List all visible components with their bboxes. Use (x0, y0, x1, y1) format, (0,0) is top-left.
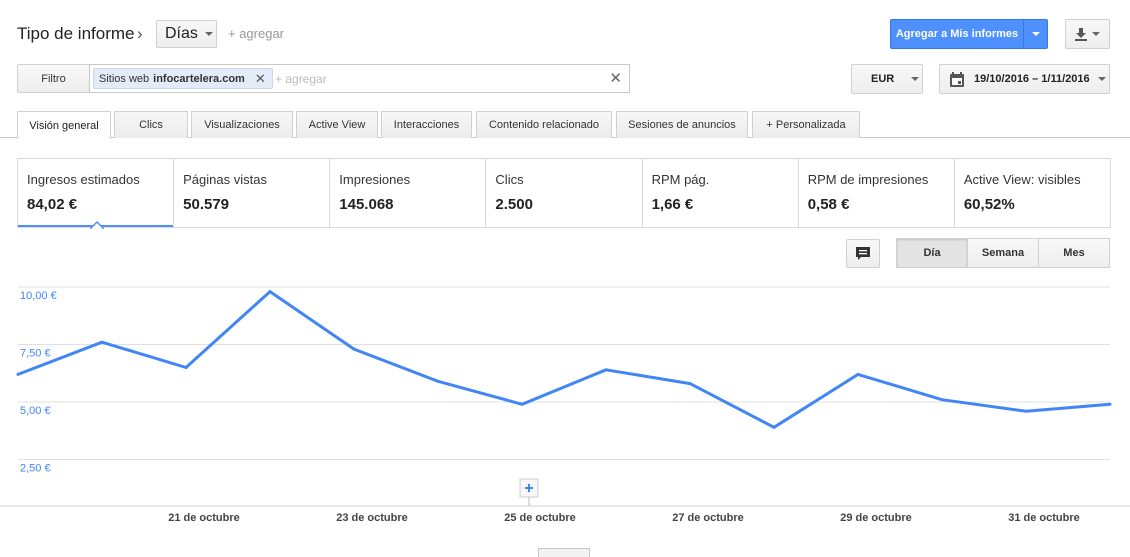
data-point (352, 347, 356, 351)
data-point (16, 372, 20, 376)
data-point (604, 368, 608, 372)
download-icon (1075, 27, 1087, 41)
currency-select[interactable]: EUR (851, 64, 923, 94)
data-point (184, 366, 188, 369)
download-button[interactable] (1065, 19, 1110, 49)
filter-button[interactable]: Filtro (17, 64, 89, 93)
filter-chip-value: infocartelera.com (153, 72, 245, 85)
x-tick-label: 31 de octubre (1008, 512, 1080, 524)
granularity-week-button[interactable]: Semana (967, 238, 1039, 268)
caret-down-icon (1031, 32, 1040, 36)
metric-value: 0,58 € (807, 196, 850, 213)
data-point (940, 398, 944, 402)
metric-value: 2.500 (495, 196, 533, 213)
annotations-button[interactable] (846, 239, 880, 268)
metrics-bar: Ingresos estimados 84,02 € Páginas vista… (17, 158, 1111, 228)
add-to-reports-dropdown[interactable] (1024, 32, 1047, 36)
x-tick-label: 27 de octubre (672, 512, 744, 524)
x-tick-label: 29 de octubre (840, 512, 912, 524)
currency-label: EUR (871, 73, 895, 85)
tab-overview[interactable]: Visión general (17, 111, 111, 139)
tab-views[interactable]: Visualizaciones (191, 111, 293, 138)
remove-filter-icon[interactable]: ✕ (255, 71, 266, 87)
dimension-label: Días (165, 25, 198, 42)
chevron-right-icon: › (137, 24, 143, 43)
add-annotation-icon[interactable] (519, 478, 539, 498)
metric-value: 60,52% (963, 196, 1015, 213)
selected-metric-pointer (90, 221, 104, 229)
metric-name: Clics (495, 172, 524, 187)
y-tick-label: 2,50 € (20, 463, 51, 475)
granularity-day-button[interactable]: Día (896, 238, 968, 268)
data-point (688, 382, 692, 386)
metric-impressions[interactable]: Impresiones 145.068 (329, 159, 485, 227)
add-dimension-link[interactable]: + agregar (228, 26, 284, 41)
data-point (772, 425, 776, 429)
earnings-series-line (17, 290, 1111, 429)
x-tick-label: 23 de octubre (336, 512, 408, 524)
caret-down-icon (1097, 77, 1106, 81)
dimension-select[interactable]: Días (156, 20, 217, 48)
metric-name: RPM de impresiones (807, 172, 929, 187)
tab-active-view[interactable]: Active View (296, 111, 378, 138)
calendar-icon (950, 71, 964, 87)
metric-name: Ingresos estimados (27, 172, 140, 187)
metric-name: Impresiones (339, 172, 411, 187)
caret-down-icon (1092, 32, 1100, 36)
add-to-my-reports-label: Agregar a Mis informes (895, 28, 1019, 40)
filter-input-box[interactable]: Sitios web infocartelera.com ✕ + agregar… (89, 64, 630, 93)
tab-interactions[interactable]: Interacciones (381, 111, 472, 138)
filter-chip[interactable]: Sitios web infocartelera.com ✕ (93, 68, 273, 89)
report-type-title: Tipo de informe (17, 24, 135, 43)
caret-down-icon (911, 77, 920, 81)
date-range-select[interactable]: 19/10/2016 – 1/11/2016 (939, 64, 1110, 94)
metric-name: RPM pág. (651, 172, 710, 187)
filter-add-input[interactable]: + agregar (275, 72, 327, 86)
tab-related-content[interactable]: Contenido relacionado (476, 111, 612, 138)
metric-page-rpm[interactable]: RPM pág. 1,66 € (641, 159, 798, 227)
data-point (100, 340, 104, 344)
tab-custom[interactable]: + Personalizada (752, 111, 860, 138)
metric-clicks[interactable]: Clics 2.500 (485, 159, 641, 227)
clear-filter-icon[interactable]: ✕ (609, 69, 622, 87)
data-point (268, 290, 272, 294)
metric-value: 145.068 (339, 196, 394, 213)
data-point (436, 379, 440, 383)
add-to-my-reports-button[interactable]: Agregar a Mis informes (890, 19, 1048, 49)
data-point (1108, 402, 1112, 406)
tab-ad-sessions[interactable]: Sesiones de anuncios (616, 111, 748, 138)
earnings-line-chart: 10,00 € 7,50 € 5,00 € 2,50 € 21 de octubre 23… (0, 286, 1130, 524)
metric-value: 1,66 € (651, 196, 694, 213)
y-tick-label: 5,00 € (20, 405, 51, 417)
metric-estimated-earnings[interactable]: Ingresos estimados 84,02 € (18, 159, 174, 227)
x-tick-label: 25 de octubre (504, 512, 576, 524)
granularity-month-button[interactable]: Mes (1038, 238, 1110, 268)
data-point (1024, 409, 1028, 413)
data-point (520, 402, 524, 406)
y-tick-label: 7,50 € (20, 348, 51, 360)
metric-page-views[interactable]: Páginas vistas 50.579 (173, 159, 329, 227)
tab-clicks[interactable]: Clics (114, 111, 188, 138)
x-tick-label: 21 de octubre (168, 512, 240, 524)
data-point (856, 372, 860, 376)
metric-value: 50.579 (183, 196, 230, 213)
filter-chip-key: Sitios web (99, 72, 150, 85)
y-tick-label: 10,00 € (20, 290, 57, 302)
metric-name: Páginas vistas (183, 172, 267, 187)
resize-handle[interactable] (538, 548, 590, 557)
metric-impression-rpm[interactable]: RPM de impresiones 0,58 € (797, 159, 954, 227)
metric-active-view-viewable[interactable]: Active View: visibles 60,52% (953, 159, 1110, 227)
metric-value: 84,02 € (27, 196, 78, 213)
comment-icon (856, 246, 870, 260)
metric-name: Active View: visibles (963, 172, 1081, 187)
date-range-label: 19/10/2016 – 1/11/2016 (974, 73, 1090, 85)
caret-down-icon (204, 32, 213, 36)
